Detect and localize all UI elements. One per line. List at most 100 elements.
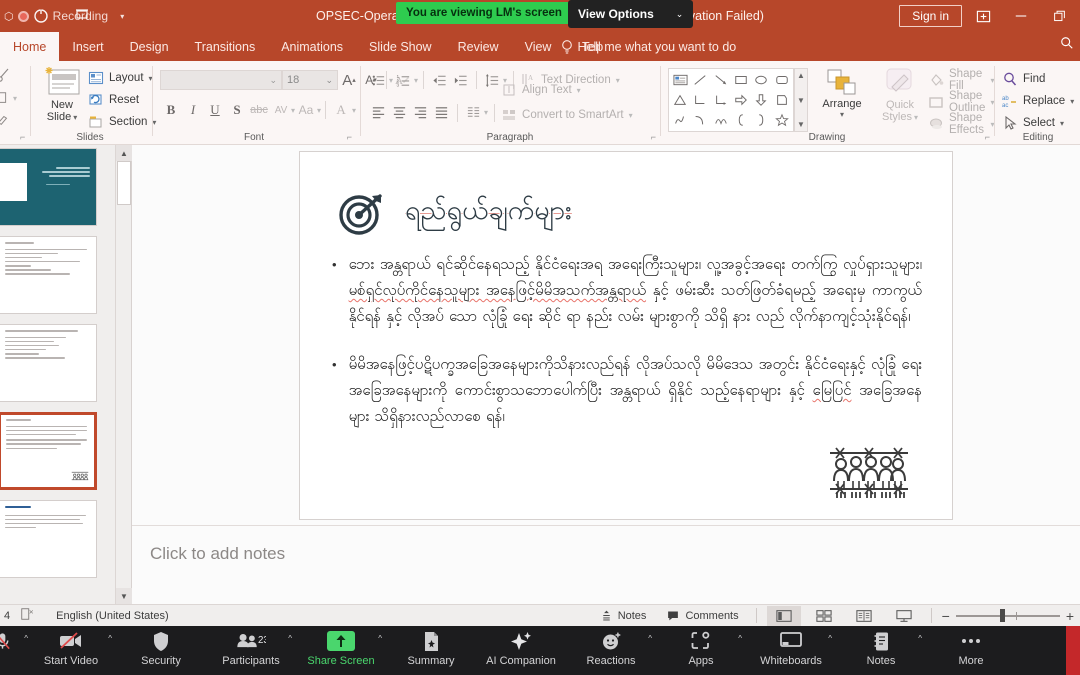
zoom-whiteboards-button[interactable]: Whiteboards ^ [746, 626, 836, 667]
clipboard-dialog-launcher[interactable]: ⌐ [20, 132, 25, 142]
shape-fill-button[interactable]: Shape Fill ▾ [928, 68, 994, 92]
align-center-button[interactable] [389, 102, 410, 123]
zoom-participants-button[interactable]: 23 Participants ^ [206, 626, 296, 667]
chevron-up-icon[interactable]: ▲ [797, 71, 805, 80]
tab-view[interactable]: View [512, 32, 565, 61]
shape-left-brace-icon[interactable] [731, 110, 751, 130]
zoom-share-screen-button[interactable]: Share Screen ^ [296, 626, 386, 667]
notes-placeholder[interactable]: Click to add notes [150, 544, 285, 564]
paragraph-dialog-launcher[interactable]: ⌐ [651, 132, 656, 142]
find-button[interactable]: Find [1002, 68, 1074, 90]
bullet-item-2[interactable]: • မိမိအနေဖြင့်ပဋိပက္ခအခြေအနေများကိုသိနား… [332, 352, 922, 430]
cut-icon[interactable] [0, 67, 12, 88]
tab-home[interactable]: Home [0, 32, 60, 61]
shape-elbow-arrow-icon[interactable] [711, 90, 731, 110]
shapes-scroll-buttons[interactable]: ▲ ▼ ▼ [794, 68, 808, 132]
chevron-up-icon[interactable]: ^ [108, 634, 112, 643]
tab-slide-show[interactable]: Slide Show [356, 32, 445, 61]
drawing-dialog-launcher[interactable]: ⌐ [985, 132, 990, 142]
numbering-button[interactable]: 123 [393, 70, 414, 91]
slide-sorter-button[interactable] [807, 606, 841, 626]
zoom-mute-button[interactable]: ^ [0, 626, 28, 655]
zoom-in-button[interactable]: + [1066, 608, 1074, 624]
format-painter-icon[interactable] [0, 113, 10, 132]
decrease-indent-button[interactable] [429, 70, 450, 91]
zoom-out-button[interactable]: − [942, 608, 950, 624]
slide-title-row[interactable]: ရည်ရွယ်ချက်များ [335, 187, 572, 239]
zoom-apps-button[interactable]: Apps ^ [656, 626, 746, 667]
section-button[interactable]: Section ▾ [88, 111, 156, 133]
bullets-button[interactable] [368, 70, 389, 91]
comments-toggle-button[interactable]: Comments [659, 606, 745, 626]
replace-button[interactable]: ab ac Replace ▾ [1002, 90, 1074, 112]
shape-arrow-icon[interactable] [711, 70, 731, 90]
chevron-up-icon[interactable]: ^ [918, 634, 922, 643]
tab-design[interactable]: Design [117, 32, 182, 61]
columns-button[interactable] [463, 102, 484, 123]
bold-button[interactable]: B [160, 99, 182, 121]
accessibility-icon[interactable]: ✕ [20, 607, 34, 624]
zoom-security-button[interactable]: Security [116, 626, 206, 667]
shape-rectangle-icon[interactable] [731, 70, 751, 90]
chevron-up-icon[interactable]: ^ [648, 634, 652, 643]
strikethrough-button[interactable]: abc [248, 99, 270, 121]
zoom-notes-button[interactable]: Notes ^ [836, 626, 926, 667]
align-left-button[interactable] [368, 102, 389, 123]
present-online-icon[interactable] [966, 1, 1000, 31]
increase-font-size-button[interactable]: A ▴ [338, 69, 360, 91]
chevron-up-icon[interactable]: ^ [738, 634, 742, 643]
chevron-down-icon[interactable]: ▼ [797, 96, 805, 105]
italic-button[interactable]: I [182, 99, 204, 121]
tab-insert[interactable]: Insert [59, 32, 116, 61]
shape-star-icon[interactable] [772, 110, 792, 130]
shape-textbox-icon[interactable] [670, 70, 690, 90]
slide-thumbnail-pane[interactable]: ▲ ▼ [0, 145, 132, 604]
shape-elbow-connector-icon[interactable] [690, 90, 710, 110]
normal-view-button[interactable] [766, 605, 801, 626]
people-behind-barbed-wire-fence-icon[interactable] [828, 443, 910, 501]
bullet-item-1[interactable]: • ဘေး အန္တရာယ် ရင်ဆိုင်နေရသည့် နိုင်ငံရေ… [332, 252, 922, 330]
view-options-button[interactable]: View Options ⌄ [568, 0, 694, 28]
shape-line-icon[interactable] [690, 70, 710, 90]
chevron-up-icon[interactable]: ^ [378, 634, 382, 643]
copy-icon[interactable]: ▾ [0, 91, 17, 105]
tell-me-search[interactable]: Tell me what you want to do [560, 32, 736, 61]
sign-in-button[interactable]: Sign in [899, 5, 962, 27]
shape-arc-icon[interactable] [690, 110, 710, 130]
zoom-ai-companion-button[interactable]: AI Companion [476, 626, 566, 667]
notes-pane[interactable]: Click to add notes [132, 525, 1080, 605]
increase-indent-button[interactable] [450, 70, 471, 91]
shape-curve-icon[interactable] [711, 110, 731, 130]
scrollbar-thumb[interactable] [117, 161, 131, 205]
zoom-summary-button[interactable]: Summary [386, 626, 476, 667]
layout-button[interactable]: Layout ▾ [88, 67, 156, 89]
shape-pentagon-icon[interactable] [772, 90, 792, 110]
slide-thumbnail-4[interactable] [0, 412, 97, 490]
scroll-down-arrow-icon[interactable]: ▼ [116, 588, 132, 604]
thumbnail-scrollbar[interactable]: ▲ ▼ [115, 145, 132, 604]
new-slide-button[interactable]: New Slide ▾ [38, 65, 86, 123]
font-dialog-launcher[interactable]: ⌐ [347, 132, 352, 142]
current-slide[interactable]: ရည်ရွယ်ချက်များ • ဘေး အန္တရာယ် ရင်ဆိုင်န… [300, 152, 952, 519]
shape-right-brace-icon[interactable] [751, 110, 771, 130]
shape-rounded-rect-icon[interactable] [772, 70, 792, 90]
reading-view-button[interactable] [847, 606, 881, 626]
search-icon[interactable] [1060, 36, 1074, 55]
shape-right-arrow-icon[interactable] [731, 90, 751, 110]
zo4m-more-button[interactable]: More [926, 626, 1016, 667]
slideshow-view-button[interactable] [887, 606, 921, 626]
shape-scribble-icon[interactable] [670, 110, 690, 130]
slide-thumbnail-3[interactable] [0, 324, 97, 402]
restore-button[interactable] [1042, 1, 1076, 31]
align-text-button[interactable]: Align Text ▾ [501, 79, 633, 101]
minimize-button[interactable] [1004, 1, 1038, 31]
shape-triangle-icon[interactable] [670, 90, 690, 110]
character-spacing-button[interactable]: AV [270, 99, 292, 121]
language-label[interactable]: English (United States) [56, 610, 169, 622]
scroll-up-arrow-icon[interactable]: ▲ [116, 145, 132, 161]
select-button[interactable]: Select ▾ [1002, 112, 1074, 134]
font-name-input[interactable]: ⌄ [160, 70, 282, 90]
font-size-input[interactable]: 18 ⌄ [282, 70, 338, 90]
reset-button[interactable]: Reset [88, 89, 156, 111]
shape-oval-icon[interactable] [751, 70, 771, 90]
